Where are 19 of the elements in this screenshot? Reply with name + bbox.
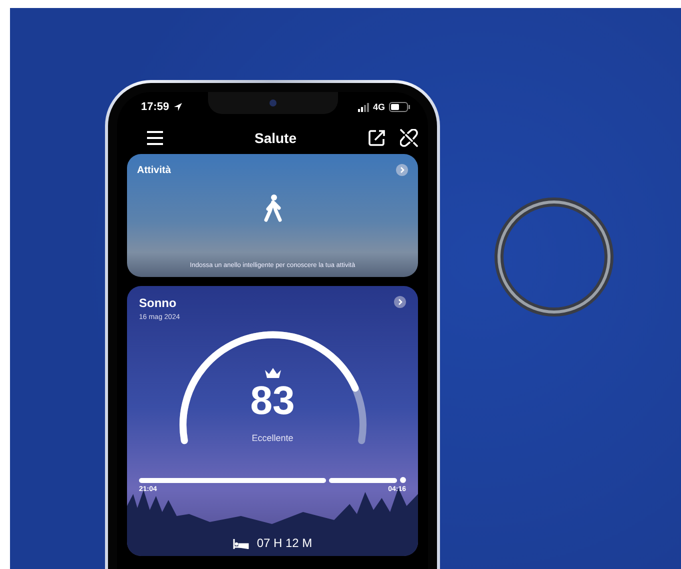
location-arrow-icon bbox=[173, 102, 184, 112]
card-title: Attività bbox=[137, 164, 171, 176]
bed-icon bbox=[232, 536, 249, 550]
signal-icon bbox=[358, 102, 369, 112]
sleep-rating: Eccellente bbox=[252, 433, 294, 443]
crown-icon bbox=[264, 367, 282, 379]
unlink-icon[interactable] bbox=[400, 129, 418, 147]
battery-icon bbox=[389, 102, 410, 112]
chevron-right-icon[interactable] bbox=[394, 296, 406, 308]
camera-icon bbox=[268, 99, 276, 107]
sleep-score: 83 bbox=[250, 381, 295, 421]
walking-person-icon bbox=[262, 194, 284, 222]
network-type: 4G bbox=[372, 102, 385, 112]
card-title: Sonno bbox=[139, 296, 178, 310]
status-time: 17:59 bbox=[141, 101, 170, 113]
screen-title: Salute bbox=[253, 130, 298, 146]
sleep-duration: 07 H 12 M bbox=[256, 536, 312, 550]
chevron-right-icon[interactable] bbox=[396, 164, 408, 176]
share-icon[interactable] bbox=[368, 129, 386, 147]
